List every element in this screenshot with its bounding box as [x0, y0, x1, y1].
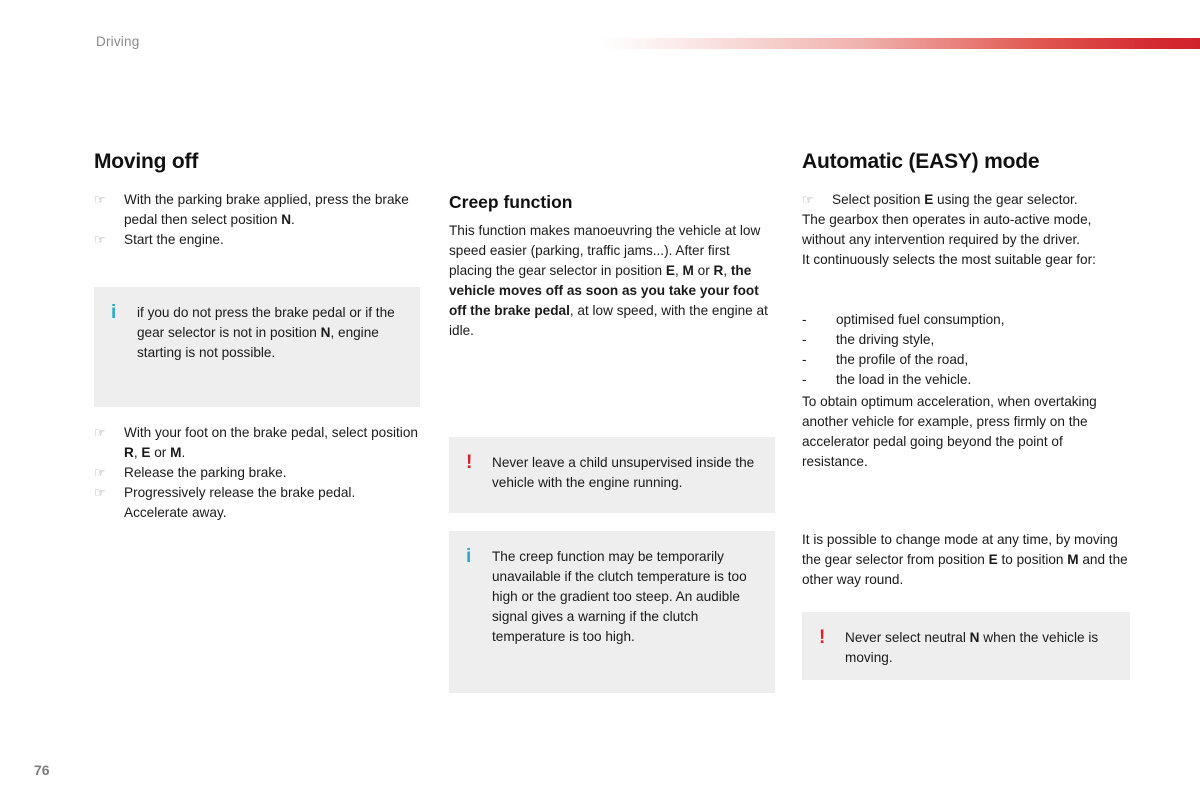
moving-off-steps-top: ☞ With the parking brake applied, press … [94, 190, 420, 250]
info-icon: i [111, 302, 117, 323]
info-callout-text: if you do not press the brake pedal or i… [137, 305, 395, 360]
info-callout-engine-start: i if you do not press the brake pedal or… [94, 287, 420, 407]
list-item: ☞ Progressively release the brake pedal.… [94, 483, 420, 523]
list-item-text: the driving style, [836, 332, 935, 347]
list-item-text: With your foot on the brake pedal, selec… [124, 425, 418, 460]
hand-pointer-icon: ☞ [94, 485, 106, 500]
warning-callout-text: Never select neutral N when the vehicle … [845, 630, 1099, 665]
list-item-text: optimised fuel consumption, [836, 312, 1005, 327]
list-item: ☞ Start the engine. [94, 230, 420, 250]
creep-function-heading: Creep function [449, 192, 573, 212]
warning-callout-never-select-neutral: ! Never select neutral N when the vehicl… [802, 612, 1130, 680]
info-callout-creep-unavailable: i The creep function may be temporarily … [449, 531, 775, 693]
automatic-mode-step: ☞ Select position E using the gear selec… [802, 190, 1130, 210]
list-item: ☞ Release the parking brake. [94, 463, 420, 483]
list-item-text: the profile of the road, [836, 352, 969, 367]
header-gradient-rule [600, 38, 1200, 49]
warning-callout-child-unsupervised: ! Never leave a child unsupervised insid… [449, 437, 775, 513]
warning-callout-text: Never leave a child unsupervised inside … [492, 455, 755, 490]
chapter-header-title: Driving [96, 34, 140, 49]
automatic-mode-paragraph-2: To obtain optimum acceleration, when ove… [802, 394, 1097, 469]
automatic-mode-paragraph-1: The gearbox then operates in auto-active… [802, 212, 1096, 267]
hand-pointer-icon: ☞ [802, 192, 814, 207]
dash-bullet-icon: - [802, 312, 807, 327]
automatic-mode-criteria-list: - optimised fuel consumption, - the driv… [802, 310, 1130, 390]
moving-off-heading: Moving off [94, 150, 199, 173]
creep-function-paragraph: This function makes manoeuvring the vehi… [449, 223, 768, 338]
automatic-easy-mode-heading: Automatic (EASY) mode [802, 150, 1040, 173]
hand-pointer-icon: ☞ [94, 465, 106, 480]
list-item-text: With the parking brake applied, press th… [124, 192, 409, 227]
dash-bullet-icon: - [802, 352, 807, 367]
hand-pointer-icon: ☞ [94, 232, 106, 247]
warning-icon: ! [466, 452, 473, 473]
hand-pointer-icon: ☞ [94, 425, 106, 440]
list-item: - the driving style, [802, 330, 1130, 350]
list-item-text: Progressively release the brake pedal. A… [124, 485, 356, 520]
list-item-text: Select position E using the gear selecto… [832, 192, 1078, 207]
warning-icon: ! [819, 627, 826, 648]
list-item: - the profile of the road, [802, 350, 1130, 370]
list-item: - optimised fuel consumption, [802, 310, 1130, 330]
dash-bullet-icon: - [802, 332, 807, 347]
list-item-text: the load in the vehicle. [836, 372, 972, 387]
list-item-text: Start the engine. [124, 232, 224, 247]
hand-pointer-icon: ☞ [94, 192, 106, 207]
info-icon: i [466, 546, 472, 567]
list-item: ☞ Select position E using the gear selec… [802, 190, 1130, 210]
page-number: 76 [34, 762, 50, 778]
list-item-text: Release the parking brake. [124, 465, 287, 480]
automatic-mode-paragraph-3: It is possible to change mode at any tim… [802, 532, 1128, 587]
dash-bullet-icon: - [802, 372, 807, 387]
list-item: ☞ With the parking brake applied, press … [94, 190, 420, 230]
list-item: ☞ With your foot on the brake pedal, sel… [94, 423, 420, 463]
moving-off-steps-bottom: ☞ With your foot on the brake pedal, sel… [94, 423, 420, 523]
list-item: - the load in the vehicle. [802, 370, 1130, 390]
info-callout-text: The creep function may be temporarily un… [492, 549, 747, 644]
